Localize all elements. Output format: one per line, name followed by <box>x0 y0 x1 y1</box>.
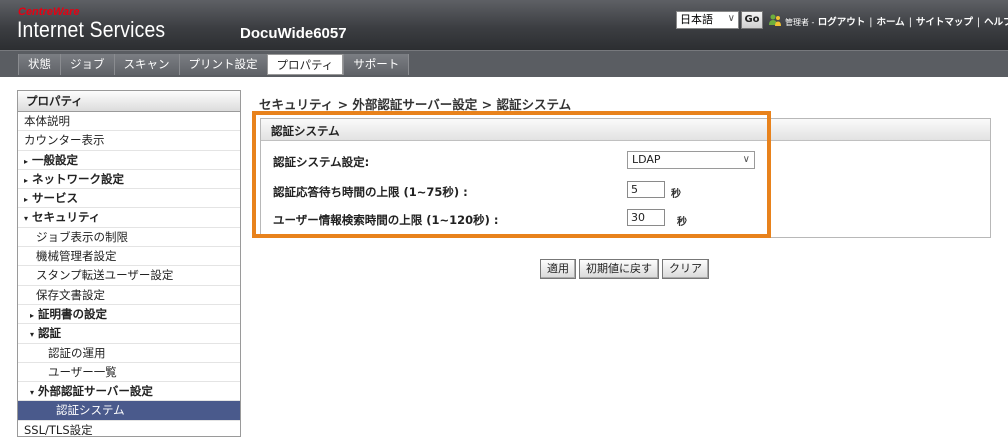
sidebar-item-certificates[interactable]: ▸ 証明書の設定 <box>18 305 240 325</box>
sidebar-item-ssl-tls[interactable]: SSL/TLS設定 <box>18 421 240 440</box>
triangle-right-icon: ▸ <box>24 175 29 185</box>
sidebar-item-network[interactable]: ▸ ネットワーク設定 <box>18 170 240 190</box>
sidebar-item-job-display-restriction[interactable]: ジョブ表示の制限 <box>18 228 240 248</box>
sidebar-item-auth-system[interactable]: 認証システム <box>18 401 240 421</box>
sidebar-item-authentication[interactable]: ▾ 認証 <box>18 324 240 344</box>
apply-button[interactable]: 適用 <box>540 259 576 279</box>
sidebar-item-security[interactable]: ▾ セキュリティ <box>18 208 240 228</box>
sidebar-item-user-list[interactable]: ユーザー一覧 <box>18 363 240 383</box>
sidebar-title: プロパティ <box>18 91 240 112</box>
sidebar-item-label: ユーザー一覧 <box>48 364 117 379</box>
tab-status[interactable]: 状態 <box>18 54 60 75</box>
triangle-right-icon: ▸ <box>24 195 29 205</box>
tab-jobs[interactable]: ジョブ <box>60 54 114 75</box>
sidebar-item-label: 証明書の設定 <box>38 306 107 321</box>
triangle-right-icon: ▸ <box>24 156 29 166</box>
sidebar-item-label: ジョブ表示の制限 <box>36 229 128 244</box>
sidebar-item-label: 認証の運用 <box>48 345 106 360</box>
triangle-down-icon: ▾ <box>24 214 29 224</box>
sidebar-item-general[interactable]: ▸ 一般設定 <box>18 151 240 170</box>
triangle-right-icon: ▸ <box>30 310 35 320</box>
sidebar-item-label: カウンター表示 <box>24 133 105 148</box>
go-button[interactable]: Go <box>741 11 763 29</box>
sidebar-item-counters[interactable]: カウンター表示 <box>18 131 240 151</box>
sidebar-item-external-auth-server[interactable]: ▾ 外部認証サーバー設定 <box>18 382 240 402</box>
brand-logo: Internet Services <box>17 17 166 42</box>
sidebar-item-label: 機械管理者設定 <box>36 249 117 264</box>
sidebar-item-label: 認証システム <box>56 403 125 418</box>
tab-properties[interactable]: プロパティ <box>266 54 344 75</box>
chevron-down-icon: ∨ <box>727 13 735 24</box>
sidebar-item-label: 一般設定 <box>32 152 78 167</box>
sitemap-link[interactable]: サイトマップ <box>916 14 973 28</box>
sidebar-item-admin-settings[interactable]: 機械管理者設定 <box>18 247 240 267</box>
sidebar-item-stamp-transfer-user[interactable]: スタンプ転送ユーザー設定 <box>18 266 240 286</box>
language-select[interactable]: 日本語 ∨ <box>676 11 739 29</box>
tab-print-settings[interactable]: プリント設定 <box>178 54 267 75</box>
home-link[interactable]: ホーム <box>876 14 904 28</box>
users-icon <box>769 14 781 26</box>
header-links: 管理者 - ログアウト | ホーム | サイトマップ | ヘルプ <box>785 14 1008 28</box>
sidebar-item-label: スタンプ転送ユーザー設定 <box>36 268 174 283</box>
sidebar-item-services[interactable]: ▸ サービス <box>18 189 240 209</box>
main-nav: 状態 ジョブ スキャン プリント設定 プロパティ サポート <box>0 50 1008 77</box>
language-value: 日本語 <box>680 13 713 26</box>
tab-scan[interactable]: スキャン <box>113 54 179 75</box>
sidebar-item-label: 認証 <box>38 326 61 341</box>
sidebar-item-stored-documents[interactable]: 保存文書設定 <box>18 286 240 305</box>
clear-button[interactable]: クリア <box>662 259 709 279</box>
help-link[interactable]: ヘルプ <box>984 14 1008 28</box>
sidebar-item-label: 本体説明 <box>24 114 70 128</box>
highlight-frame <box>252 111 771 238</box>
sidebar-item-auth-operation[interactable]: 認証の運用 <box>18 344 240 363</box>
sidebar-item-label: 保存文書設定 <box>36 287 105 302</box>
sidebar-item-description[interactable]: 本体説明 <box>18 112 240 132</box>
admin-label: 管理者 - <box>785 18 815 27</box>
tab-support[interactable]: サポート <box>343 54 410 75</box>
device-name: DocuWide6057 <box>240 25 347 42</box>
sidebar: プロパティ 本体説明 カウンター表示 ▸ 一般設定 ▸ ネットワーク設定 ▸ サービス… <box>17 90 241 437</box>
triangle-down-icon: ▾ <box>30 330 35 340</box>
sidebar-item-label: 外部認証サーバー設定 <box>38 384 153 399</box>
triangle-down-icon: ▾ <box>30 388 35 398</box>
header: CentreWare Internet Services DocuWide605… <box>0 0 1008 50</box>
logout-link[interactable]: ログアウト <box>818 14 866 28</box>
restore-defaults-button[interactable]: 初期値に戻す <box>579 259 659 279</box>
sidebar-item-label: ネットワーク設定 <box>32 171 124 186</box>
sidebar-item-label: サービス <box>32 191 78 206</box>
sidebar-item-label: セキュリティ <box>32 210 101 225</box>
action-buttons: 適用 初期値に戻す クリア <box>540 259 709 279</box>
sidebar-item-label: SSL/TLS設定 <box>24 422 93 437</box>
